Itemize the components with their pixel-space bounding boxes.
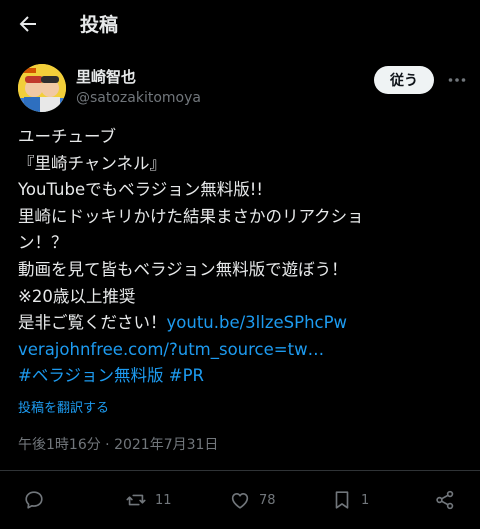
post-line-with-link: 是非ご覧ください！youtu.be/3llzeSPhcPw xyxy=(18,310,463,337)
repost-count: 11 xyxy=(155,492,172,508)
author-handle[interactable]: @satozakitomoya xyxy=(76,90,201,106)
back-arrow-icon[interactable] xyxy=(16,12,40,36)
bookmark-count: 1 xyxy=(361,492,370,508)
reply-icon xyxy=(25,491,43,509)
more-options-icon[interactable] xyxy=(447,70,467,90)
youtube-link[interactable]: youtu.be/3llzeSPhcPw xyxy=(167,313,348,332)
post-line: 『里崎チャンネル』 xyxy=(18,153,167,173)
post-line: ユーチューブ xyxy=(18,127,117,146)
bookmark-button[interactable]: 1 xyxy=(331,485,369,515)
page-title: 投稿 xyxy=(80,14,119,36)
post-line-hashtags: #ベラジョン無料版 #PR xyxy=(18,363,463,390)
post-line-link: verajohnfree.com/?utm_source=tw… xyxy=(18,337,463,364)
post-line: 里崎にドッキリかけた結果まさかのリアクショ xyxy=(18,206,364,226)
hashtag-link[interactable]: #ベラジョン無料版 xyxy=(18,366,164,385)
author-name[interactable]: 里崎智也 xyxy=(76,66,136,87)
post-line: 動画を見て皆もベラジョン無料版で遊ぼう！ xyxy=(18,259,348,279)
hashtag-link[interactable]: #PR xyxy=(169,366,204,385)
verajohn-link[interactable]: verajohnfree.com/?utm_source=tw… xyxy=(18,340,324,359)
like-button[interactable]: 78 xyxy=(229,485,276,515)
repost-icon xyxy=(126,494,146,506)
post-text: 是非ご覧ください！ xyxy=(18,313,167,333)
share-button[interactable] xyxy=(434,485,456,515)
timestamp[interactable]: 午後1時16分 · 2021年7月31日 xyxy=(18,434,218,454)
repost-button[interactable]: 11 xyxy=(125,485,172,515)
top-bar: 投稿 xyxy=(0,0,480,48)
bookmark-icon xyxy=(335,491,349,509)
reply-button[interactable] xyxy=(23,485,45,515)
post-line: ※20歳以上推奨 xyxy=(18,286,136,306)
post-body: ユーチューブ 『里崎チャンネル』 YouTubeでもベラジョン無料版!! 里崎に… xyxy=(18,124,463,390)
like-count: 78 xyxy=(259,492,276,508)
post-line: ン！？ xyxy=(18,233,68,253)
share-icon xyxy=(436,490,454,510)
avatar[interactable] xyxy=(18,64,66,112)
post-line: YouTubeでもベラジョン無料版!! xyxy=(18,180,263,200)
divider xyxy=(0,470,480,471)
translate-link[interactable]: 投稿を翻訳する xyxy=(18,397,109,416)
action-bar: 11 78 1 xyxy=(0,485,480,515)
follow-button[interactable]: 従う xyxy=(374,66,434,94)
heart-icon xyxy=(231,492,249,509)
